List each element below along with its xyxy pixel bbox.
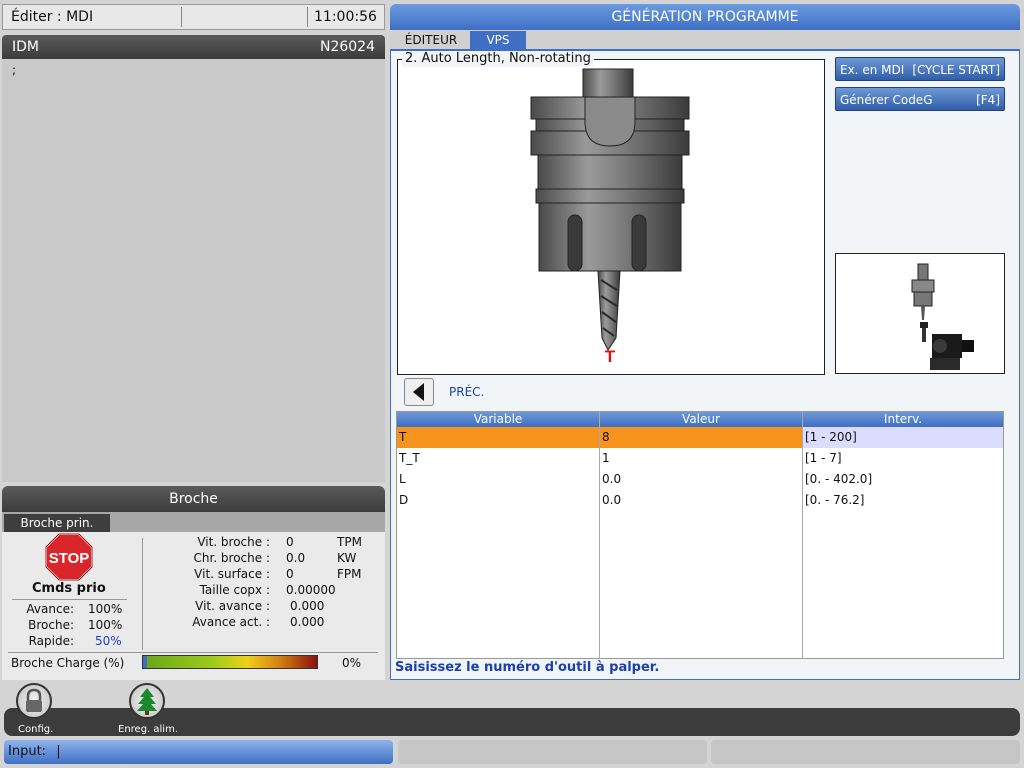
editor-cursor-text: ; — [12, 63, 17, 77]
table-row[interactable]: D 0.0 [0. - 76.2] — [397, 490, 1003, 511]
cmds-prio-label: Cmds prio — [32, 581, 106, 596]
range-cell: [0. - 76.2] — [805, 493, 865, 507]
tab-editeur[interactable]: ÉDITEUR — [396, 31, 466, 50]
idm-header: IDM N26024 — [2, 35, 385, 59]
message-bar — [398, 740, 707, 764]
charge-indicator — [143, 656, 147, 668]
config-label: Config. — [18, 724, 54, 735]
variable-cell: L — [399, 472, 406, 486]
table-row[interactable]: L 0.0 [0. - 402.0] — [397, 469, 1003, 490]
probe-preview — [835, 253, 1005, 374]
variable-cell: T — [397, 427, 599, 448]
tree-icon — [137, 688, 157, 715]
program-gen-title: GÉNÉRATION PROGRAMME — [390, 4, 1020, 30]
table-row[interactable]: T 8 [1 - 200] — [397, 427, 1003, 448]
override-label: Rapide: — [28, 634, 74, 648]
clock: 11:00:56 — [314, 9, 377, 25]
generate-gcode-button[interactable]: Générer CodeG [F4] — [835, 87, 1005, 111]
status-bar: Éditer : MDI 11:00:56 — [2, 4, 385, 30]
override-value: 100% — [88, 602, 123, 616]
value-cell[interactable]: 0.0 — [600, 469, 802, 490]
probe-illustration: T — [397, 59, 825, 375]
run-mdi-button[interactable]: Ex. en MDI [CYCLE START] — [835, 57, 1005, 81]
button-key: [F4] — [976, 93, 1000, 107]
broche-header: Broche — [2, 486, 385, 512]
table-row[interactable]: T_T 1 [1 - 7] — [397, 448, 1003, 469]
tool-letter: T — [605, 347, 616, 366]
charge-label: Broche Charge (%) — [11, 656, 125, 670]
power-save-button[interactable] — [129, 683, 165, 719]
mdi-editor[interactable]: ; — [2, 59, 385, 482]
message-bar — [711, 740, 1020, 764]
help-message: Saisissez le numéro d'outil à palper. — [395, 660, 660, 675]
range-cell: [0. - 402.0] — [805, 472, 873, 486]
divider — [12, 599, 127, 600]
column-header-interv: Interv. — [883, 412, 923, 426]
divider — [307, 7, 308, 27]
input-label: Input: — [8, 744, 47, 759]
stat-label: Avance act. : — [192, 615, 270, 629]
mode-label: Éditer : MDI — [11, 9, 94, 25]
stat-value: 0.000 — [290, 599, 325, 613]
config-button[interactable] — [16, 683, 52, 719]
tool-setter-icon — [911, 263, 974, 370]
override-value: 50% — [95, 634, 122, 648]
column-header-valeur: Valeur — [682, 412, 720, 426]
stop-label: STOP — [49, 550, 90, 567]
charge-value: 0% — [342, 656, 362, 670]
stat-label: Taille copx : — [199, 583, 270, 597]
button-label: Générer CodeG — [840, 93, 933, 107]
stat-label: Vit. broche : — [197, 535, 270, 549]
override-label: Broche: — [28, 618, 74, 632]
stat-value: 0.0 — [286, 551, 306, 565]
stop-icon: STOP — [45, 533, 93, 581]
divider — [181, 7, 182, 27]
override-label: Avance: — [26, 602, 74, 616]
stat-value: 0.00000 — [286, 583, 336, 597]
lock-icon — [26, 688, 42, 712]
charge-bar — [142, 655, 318, 669]
broche-panel: STOP Cmds prio Avance: 100% Broche: 100%… — [2, 532, 385, 680]
stat-label: Chr. broche : — [193, 551, 270, 565]
column-header-variable: Variable — [473, 412, 523, 426]
stat-unit: TPM — [337, 535, 362, 549]
tab-broche-prin[interactable]: Broche prin. — [4, 514, 110, 532]
input-field[interactable]: Input: | — [4, 740, 393, 764]
idm-title: IDM — [12, 39, 39, 55]
override-value: 100% — [88, 618, 123, 632]
value-cell[interactable]: 0.0 — [600, 490, 802, 511]
divider — [142, 538, 143, 650]
stat-value: 0 — [286, 535, 294, 549]
divider — [8, 652, 378, 653]
previous-button[interactable] — [404, 378, 434, 406]
variable-cell: D — [399, 493, 409, 507]
arrow-left-icon — [413, 383, 424, 401]
tool-holder-icon: T — [530, 68, 690, 366]
table-header: Variable Valeur Interv. — [397, 412, 1003, 427]
stat-label: Vit. avance : — [195, 599, 270, 613]
input-value: | — [56, 744, 61, 759]
button-label: Ex. en MDI — [840, 63, 905, 77]
stat-value: 0.000 — [290, 615, 325, 629]
stat-unit: KW — [337, 551, 357, 565]
range-cell: [1 - 7] — [805, 451, 842, 465]
program-number: N26024 — [319, 39, 375, 55]
previous-label: PRÉC. — [449, 385, 485, 399]
stat-value: 0 — [286, 567, 294, 581]
power-save-label: Enreg. alim. — [118, 724, 179, 735]
stat-unit: FPM — [337, 567, 362, 581]
stat-label: Vit. surface : — [194, 567, 270, 581]
tab-vps[interactable]: VPS — [470, 31, 526, 50]
program-gen-tabbar: ÉDITEUR VPS — [390, 30, 1020, 50]
variable-cell: T_T — [399, 451, 420, 465]
value-cell[interactable]: 8 — [600, 427, 802, 448]
broche-tabbar: Broche prin. — [2, 512, 385, 532]
value-cell[interactable]: 1 — [600, 448, 802, 469]
variable-table: Variable Valeur Interv. T 8 [1 - 200] T_… — [396, 411, 1004, 659]
button-key: [CYCLE START] — [912, 63, 1000, 77]
illustration-caption: 2. Auto Length, Non-rotating — [402, 51, 594, 67]
range-cell: [1 - 200] — [803, 427, 1003, 448]
